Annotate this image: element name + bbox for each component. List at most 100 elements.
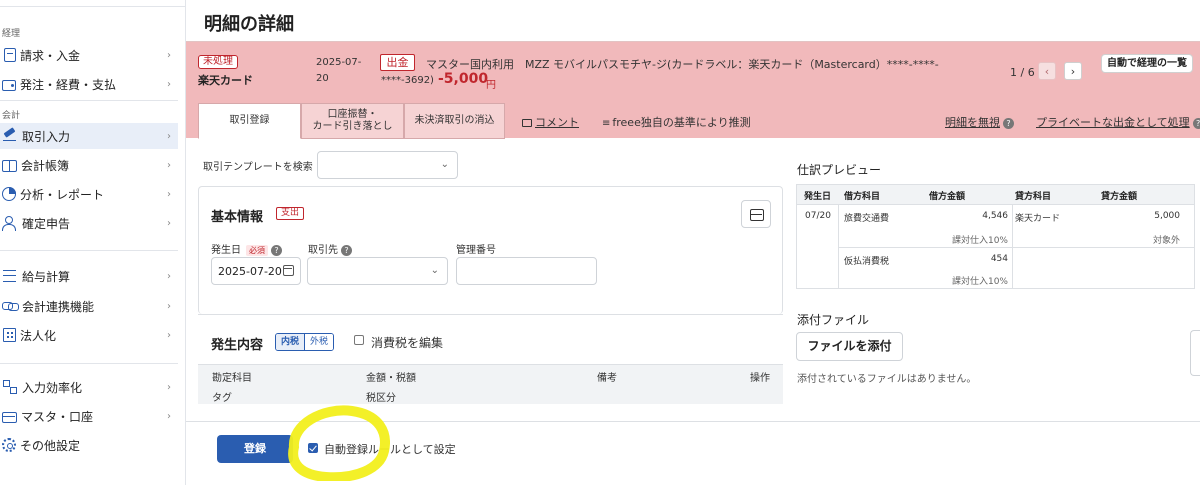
attachments-title: 添付ファイル	[797, 313, 870, 327]
col-action: 操作	[750, 373, 770, 384]
basic-info-title: 基本情報	[211, 210, 264, 225]
register-button[interactable]: 登録	[217, 435, 293, 463]
sidebar-item-label: 取引入力	[22, 129, 71, 144]
chevron-right-icon: ›	[167, 188, 171, 200]
ignore-label: 明細を無視	[945, 116, 1000, 129]
help-icon[interactable]: ?	[271, 244, 282, 256]
col-amount-tax: 金額・税額	[366, 373, 416, 384]
preview-debit-tax: 課対仕入10%	[951, 236, 1008, 246]
ignore-link[interactable]: 明細を無視?	[945, 114, 1014, 130]
help-icon[interactable]: ?	[341, 244, 352, 256]
sidebar-item-invoice[interactable]: 請求・入金 ›	[0, 42, 178, 68]
document-icon	[4, 48, 16, 62]
tax-exclusive-option[interactable]: 外税	[305, 334, 334, 350]
sidebar-item-expense[interactable]: 発注・経費・支払 ›	[0, 71, 178, 97]
sidebar-item-incorporation[interactable]: 法人化 ›	[0, 322, 178, 348]
entry-table-header	[198, 364, 783, 404]
sidebar-divider	[0, 250, 178, 251]
scroll-handle[interactable]	[1190, 330, 1200, 376]
chevron-right-icon: ›	[167, 217, 171, 229]
comment-link[interactable]: コメント	[522, 114, 579, 130]
pager-status: 1 / 6	[1010, 66, 1035, 79]
sidebar-item-ledger[interactable]: 会計帳簿 ›	[0, 152, 178, 178]
sidebar-item-label: 会計連携機能	[22, 299, 95, 314]
preview-col-debit-amount: 借方金額	[929, 192, 966, 202]
sidebar-item-label: 法人化	[20, 328, 57, 343]
edit-tax-checkbox[interactable]	[354, 335, 364, 345]
pie-chart-icon	[2, 187, 16, 201]
col-note: 備考	[597, 373, 617, 384]
journal-preview-table: 発生日 借方科目 借方金額 貸方科目 貸方金額 07/20 旅費交通費 4,54…	[796, 184, 1195, 289]
sidebar-item-reports[interactable]: 分析・レポート ›	[0, 181, 178, 207]
sidebar-item-label: 給与計算	[22, 269, 71, 284]
tab-account-transfer[interactable]: 口座振替・ カード引き落とし	[301, 103, 404, 139]
preview-col-credit-account: 貸方科目	[1015, 192, 1052, 202]
help-icon[interactable]: ?	[1003, 117, 1014, 129]
page-title: 明細の詳細	[204, 14, 294, 35]
sidebar-item-label: マスタ・口座	[21, 409, 94, 424]
preview-credit-amount: 5,000	[1154, 211, 1180, 221]
tab-register-transaction[interactable]: 取引登録	[198, 103, 301, 139]
person-icon	[2, 215, 18, 231]
layout-toggle-button[interactable]	[741, 200, 771, 228]
tab-label: 取引登録	[229, 115, 270, 126]
auto-list-button[interactable]: 自動で経理の一覧	[1101, 54, 1193, 73]
next-button[interactable]: ›	[1064, 62, 1082, 80]
preview-debit-amount: 4,546	[982, 211, 1008, 221]
date-input[interactable]: 2025-07-20	[211, 257, 301, 285]
estimate-label: freee独自の基準により推測	[612, 116, 751, 129]
preview-row-divider	[838, 247, 1194, 248]
attach-file-button[interactable]: ファイルを添付	[796, 332, 903, 361]
help-icon[interactable]: ?	[1192, 117, 1200, 129]
mgmt-no-input[interactable]	[456, 257, 597, 285]
sidebar-item-other-settings[interactable]: その他設定	[0, 432, 178, 458]
tax-mode-toggle: 内税 外税	[275, 333, 335, 351]
tab-unsettled-clearing[interactable]: 未決済取引の消込	[404, 103, 505, 139]
chevron-right-icon: ›	[167, 270, 171, 282]
direction-badge: 出金	[380, 54, 415, 71]
mgmt-no-label: 管理番号	[456, 245, 496, 256]
highlight-annotation	[288, 405, 390, 481]
sidebar-item-label: 発注・経費・支払	[20, 77, 117, 92]
date-label-text: 発生日	[211, 245, 241, 256]
sidebar-item-label: 確定申告	[22, 216, 71, 231]
preview-col-credit-amount: 貸方金額	[1101, 192, 1138, 202]
status-badge: 未処理	[198, 55, 238, 69]
sidebar-item-master-accounts[interactable]: マスタ・口座 ›	[0, 403, 178, 429]
partner-label: 取引先?	[308, 241, 352, 256]
gear-icon	[2, 438, 16, 452]
tab-label: 未決済取引の消込	[414, 115, 495, 126]
col-tag: タグ	[212, 393, 232, 404]
comment-icon	[522, 119, 532, 127]
partner-label-text: 取引先	[308, 245, 338, 256]
private-link[interactable]: プライベートな出金として処理?	[1036, 114, 1200, 130]
tab-label: 口座振替・	[327, 109, 378, 120]
transaction-date: 2025-07-	[316, 57, 362, 68]
template-search-select[interactable]: ⌄	[317, 151, 458, 179]
sidebar-item-integrations[interactable]: 会計連携機能 ›	[0, 293, 178, 319]
preview-col-debit-account: 借方科目	[844, 192, 881, 202]
sidebar-item-label: その他設定	[20, 438, 81, 453]
preview-debit-account: 仮払消費税	[844, 257, 890, 267]
chevron-right-icon: ›	[167, 78, 171, 90]
col-tax-class: 税区分	[366, 393, 396, 404]
sidebar-section-kaikei: 会計	[2, 111, 21, 121]
prev-button[interactable]: ‹	[1038, 62, 1056, 80]
wallet-icon	[2, 80, 16, 91]
sidebar-item-tax-return[interactable]: 確定申告 ›	[0, 210, 178, 236]
sidebar-item-label: 会計帳簿	[21, 158, 70, 173]
flow-icon	[2, 379, 18, 395]
date-label: 発生日 必須?	[211, 241, 282, 256]
sidebar-item-efficiency[interactable]: 入力効率化 ›	[0, 374, 178, 400]
list-icon	[2, 268, 18, 284]
pen-icon	[2, 128, 18, 144]
partner-select[interactable]: ⌄	[307, 257, 448, 285]
sidebar-item-label: 分析・レポート	[20, 187, 105, 202]
sidebar-item-transaction-entry[interactable]: 取引入力 ›	[0, 123, 178, 149]
tax-inclusive-option[interactable]: 内税	[276, 334, 306, 350]
col-account: 勘定科目	[212, 373, 252, 384]
template-search-label: 取引テンプレートを検索	[203, 162, 313, 173]
calendar-icon[interactable]	[283, 265, 294, 276]
sidebar-item-payroll[interactable]: 給与計算 ›	[0, 263, 178, 289]
comment-label: コメント	[535, 116, 579, 129]
